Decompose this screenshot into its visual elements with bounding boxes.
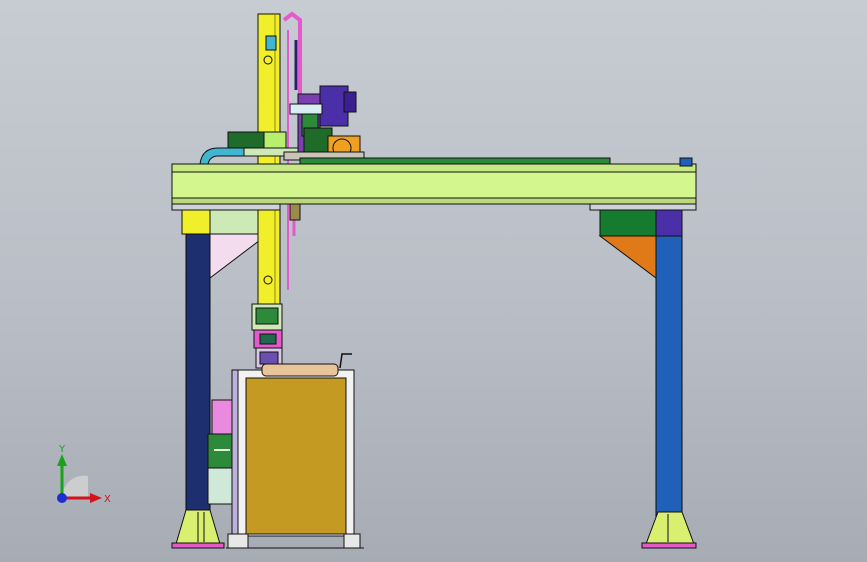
x-arrow-head xyxy=(90,493,102,503)
z-axis-dot xyxy=(57,493,67,503)
gantry-robot-model[interactable] xyxy=(0,0,867,562)
cad-viewport[interactable]: Y X xyxy=(0,0,867,562)
coordinate-triad: Y X xyxy=(57,444,111,505)
right-column[interactable] xyxy=(589,199,697,549)
gripper-head[interactable] xyxy=(251,303,283,369)
y-axis-label: Y xyxy=(58,444,66,455)
horizontal-beam[interactable] xyxy=(171,157,697,211)
control-cabinet[interactable] xyxy=(226,353,364,549)
x-axis-label: X xyxy=(104,494,111,505)
y-arrow-head xyxy=(57,454,67,466)
